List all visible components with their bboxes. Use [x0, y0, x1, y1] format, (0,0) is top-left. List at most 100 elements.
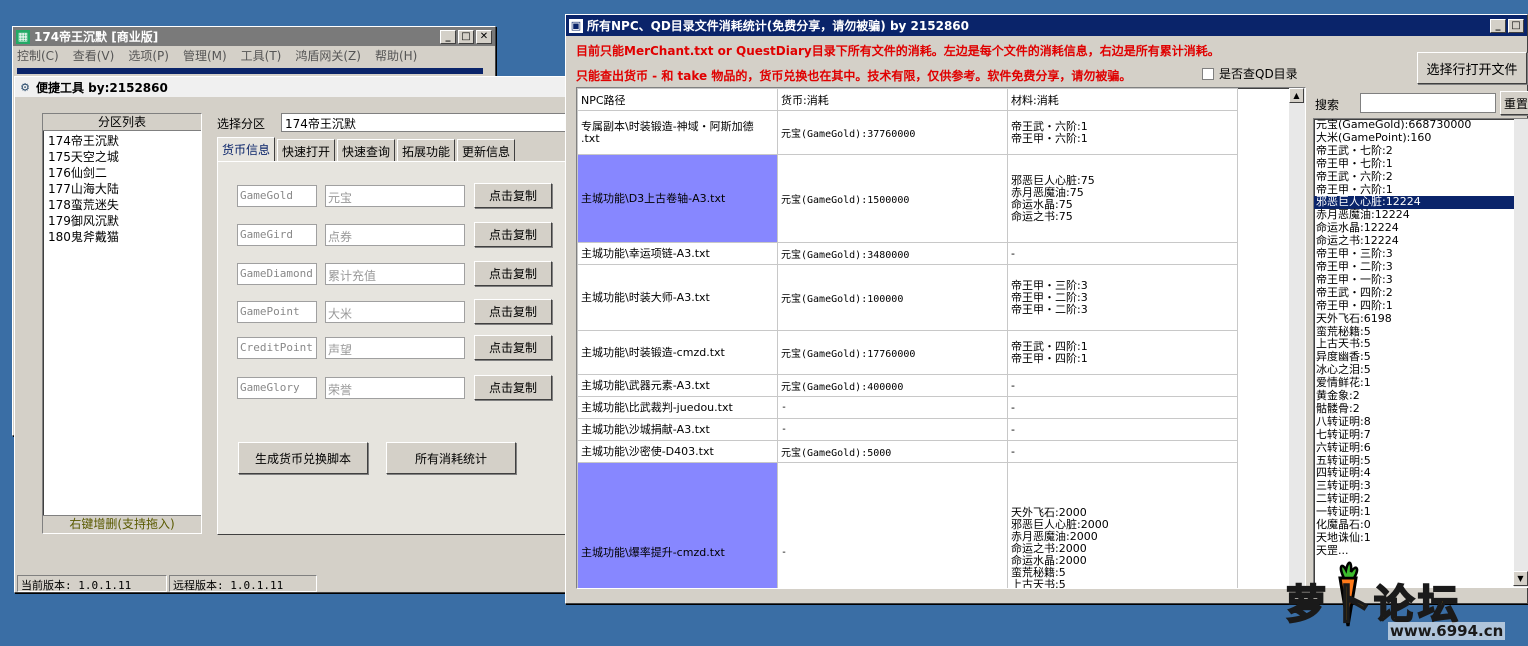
totals-item[interactable]: 帝王武・七阶:2 — [1314, 144, 1528, 158]
menu-view[interactable]: 查看(V) — [73, 47, 115, 64]
row-currency[interactable]: 元宝(GameGold):3480000 — [777, 242, 1008, 265]
menu-tools[interactable]: 工具(T) — [241, 47, 282, 64]
row-currency[interactable]: - — [777, 462, 1008, 588]
row-materials[interactable]: 帝王甲・三阶:3 帝王甲・二阶:3 帝王甲・二阶:3 — [1007, 264, 1238, 331]
tool-window-titlebar[interactable]: ⚙ 便捷工具 by:2152860 — [15, 77, 569, 97]
tab-quick-query[interactable]: 快速查询 — [337, 139, 396, 161]
menu-help[interactable]: 帮助(H) — [375, 47, 417, 64]
table-row[interactable]: 主城功能\时装锻造-cmzd.txt 元宝(GameGold):17760000 帝… — [577, 330, 1238, 375]
row-materials[interactable]: 帝王武・四阶:1 帝王甲・四阶:1 — [1007, 330, 1238, 375]
currency-code-field[interactable]: CreditPoint — [237, 337, 317, 359]
row-currency[interactable]: - — [777, 396, 1008, 419]
table-row[interactable]: 主城功能\武器元素-A3.txt 元宝(GameGold):400000- — [577, 374, 1238, 397]
copy-button[interactable]: 点击复制 — [474, 222, 552, 247]
row-currency[interactable]: 元宝(GameGold):37760000 — [777, 110, 1008, 155]
qd-checkbox[interactable] — [1202, 67, 1214, 80]
stats-minimize-button[interactable]: _ — [1490, 18, 1506, 33]
totals-item[interactable]: 帝王甲・四阶:1 — [1314, 299, 1528, 313]
totals-item[interactable]: 八转证明:8 — [1314, 415, 1528, 429]
tab-extensions[interactable]: 拓展功能 — [397, 139, 456, 161]
row-materials[interactable]: - — [1007, 242, 1238, 265]
row-path[interactable]: 主城功能\爆率提升-cmzd.txt — [577, 462, 778, 588]
totals-item[interactable]: 元宝(GameGold):668730000 — [1314, 119, 1528, 132]
row-path[interactable]: 主城功能\时装大师-A3.txt — [577, 264, 778, 331]
totals-list[interactable]: 元宝(GameGold):668730000 大米(GamePoint):160 帝… — [1313, 118, 1528, 588]
zone-item[interactable]: 176仙剑二 — [43, 165, 201, 181]
currency-name-field[interactable]: 大米 — [325, 301, 465, 323]
row-currency[interactable]: 元宝(GameGold):400000 — [777, 374, 1008, 397]
tab-quick-open[interactable]: 快速打开 — [277, 139, 336, 161]
table-row[interactable]: 主城功能\D3上古卷轴-A3.txt 元宝(GameGold):1500000 邪恶… — [577, 154, 1238, 243]
row-path[interactable]: 主城功能\沙城捐献-A3.txt — [577, 418, 778, 441]
copy-button[interactable]: 点击复制 — [474, 335, 552, 360]
totals-item[interactable]: 帝王武・四阶:2 — [1314, 286, 1528, 300]
row-path[interactable]: 专属副本\时装锻造-神域・阿斯加德 .txt — [577, 110, 778, 155]
totals-item[interactable]: 帝王甲・二阶:3 — [1314, 260, 1528, 274]
copy-button[interactable]: 点击复制 — [474, 261, 552, 286]
back-window-titlebar[interactable]: ▦ 174帝王沉默 [商业版] _ □ ✕ — [13, 27, 495, 46]
menu-control[interactable]: 控制(C) — [17, 47, 59, 64]
zone-list[interactable]: 分区列表 174帝王沉默 175天空之城 176仙剑二 177山海大陆 178蛮… — [42, 113, 202, 534]
row-currency[interactable]: 元宝(GameGold):100000 — [777, 264, 1008, 331]
row-path[interactable]: 主城功能\武器元素-A3.txt — [577, 374, 778, 397]
generate-script-button[interactable]: 生成货币兑换脚本 — [238, 442, 368, 474]
zone-item[interactable]: 177山海大陆 — [43, 181, 201, 197]
totals-scrollbar[interactable]: ▼ — [1513, 119, 1528, 587]
tab-updates[interactable]: 更新信息 — [457, 139, 516, 161]
table-row[interactable]: 主城功能\沙城捐献-A3.txt - - — [577, 418, 1238, 441]
row-path[interactable]: 主城功能\幸运项链-A3.txt — [577, 242, 778, 265]
currency-code-field[interactable]: GamePoint — [237, 301, 317, 323]
search-input[interactable] — [1360, 93, 1496, 113]
row-path[interactable]: 主城功能\D3上古卷轴-A3.txt — [577, 154, 778, 243]
zone-item[interactable]: 180鬼斧戴猫 — [43, 229, 201, 245]
tab-currency-info[interactable]: 货币信息 — [217, 137, 276, 162]
row-materials[interactable]: 天外飞石:2000 邪恶巨人心脏:2000 赤月恶魔油:2000 命运之书:2000 命… — [1007, 462, 1238, 588]
currency-code-field[interactable]: GameGird — [237, 224, 317, 246]
totals-item[interactable]: 帝王甲・一阶:3 — [1314, 273, 1528, 287]
table-scrollbar[interactable]: ▲ — [1289, 88, 1305, 588]
row-materials[interactable]: - — [1007, 418, 1238, 441]
totals-item[interactable]: 七转证明:7 — [1314, 428, 1528, 442]
zone-item[interactable]: 179御风沉默 — [43, 213, 201, 229]
row-materials[interactable]: - — [1007, 396, 1238, 419]
copy-button[interactable]: 点击复制 — [474, 183, 552, 208]
row-path[interactable]: 主城功能\时装锻造-cmzd.txt — [577, 330, 778, 375]
currency-name-field[interactable]: 荣誉 — [325, 377, 465, 399]
table-row[interactable]: 主城功能\爆率提升-cmzd.txt - 天外飞石:2000 邪恶巨人心脏:2000 赤… — [577, 462, 1238, 588]
row-materials[interactable]: 帝王武・六阶:1 帝王甲・六阶:1 — [1007, 110, 1238, 155]
col-header-currency[interactable]: 货币:消耗 — [777, 88, 1008, 111]
row-currency[interactable]: 元宝(GameGold):17760000 — [777, 330, 1008, 375]
totals-item[interactable]: 骷髅骨:2 — [1314, 402, 1528, 416]
table-row[interactable]: 专属副本\时装锻造-神域・阿斯加德 .txt 元宝(GameGold):377600… — [577, 110, 1238, 155]
scroll-up-arrow[interactable]: ▲ — [1289, 88, 1304, 103]
all-stats-button[interactable]: 所有消耗统计 — [386, 442, 516, 474]
stats-window-titlebar[interactable]: ▣ 所有NPC、QD目录文件消耗统计(免费分享，请勿被骗) by 2152860… — [566, 15, 1527, 36]
currency-name-field[interactable]: 累计充值 — [325, 263, 465, 285]
qd-checkbox-wrap[interactable]: 是否查QD目录 — [1202, 65, 1298, 82]
stats-maximize-button[interactable]: □ — [1508, 18, 1524, 33]
row-path[interactable]: 主城功能\比武裁判-juedou.txt — [577, 396, 778, 419]
menu-gateway[interactable]: 鸿盾网关(Z) — [295, 47, 361, 64]
currency-code-field[interactable]: GameGold — [237, 185, 317, 207]
open-file-button[interactable]: 选择行打开文件 — [1417, 52, 1527, 84]
currency-name-field[interactable]: 点券 — [325, 224, 465, 246]
copy-button[interactable]: 点击复制 — [474, 299, 552, 324]
totals-item[interactable]: 大米(GamePoint):160 — [1314, 131, 1528, 145]
currency-name-field[interactable]: 元宝 — [325, 185, 465, 207]
table-row[interactable]: 主城功能\时装大师-A3.txt 元宝(GameGold):100000 帝王甲・三… — [577, 264, 1238, 331]
menu-options[interactable]: 选项(P) — [128, 47, 169, 64]
totals-item[interactable]: 六转证明:6 — [1314, 441, 1528, 455]
currency-name-field[interactable]: 声望 — [325, 337, 465, 359]
maximize-button[interactable]: □ — [458, 29, 474, 44]
zone-item[interactable]: 175天空之城 — [43, 149, 201, 165]
close-button[interactable]: ✕ — [476, 29, 492, 44]
totals-item[interactable]: 帝王武・六阶:2 — [1314, 170, 1528, 184]
totals-item[interactable]: 帝王甲・七阶:1 — [1314, 157, 1528, 171]
row-currency[interactable]: 元宝(GameGold):1500000 — [777, 154, 1008, 243]
minimize-button[interactable]: _ — [440, 29, 456, 44]
totals-item[interactable]: 黄金象:2 — [1314, 389, 1528, 403]
table-row[interactable]: 主城功能\幸运项链-A3.txt 元宝(GameGold):3480000- — [577, 242, 1238, 265]
menu-manage[interactable]: 管理(M) — [183, 47, 227, 64]
stats-table-container[interactable]: NPC路径 货币:消耗 材料:消耗 专属副本\时装锻造-神域・阿斯加德 .txt 元… — [576, 87, 1306, 589]
row-currency[interactable]: - — [777, 418, 1008, 441]
